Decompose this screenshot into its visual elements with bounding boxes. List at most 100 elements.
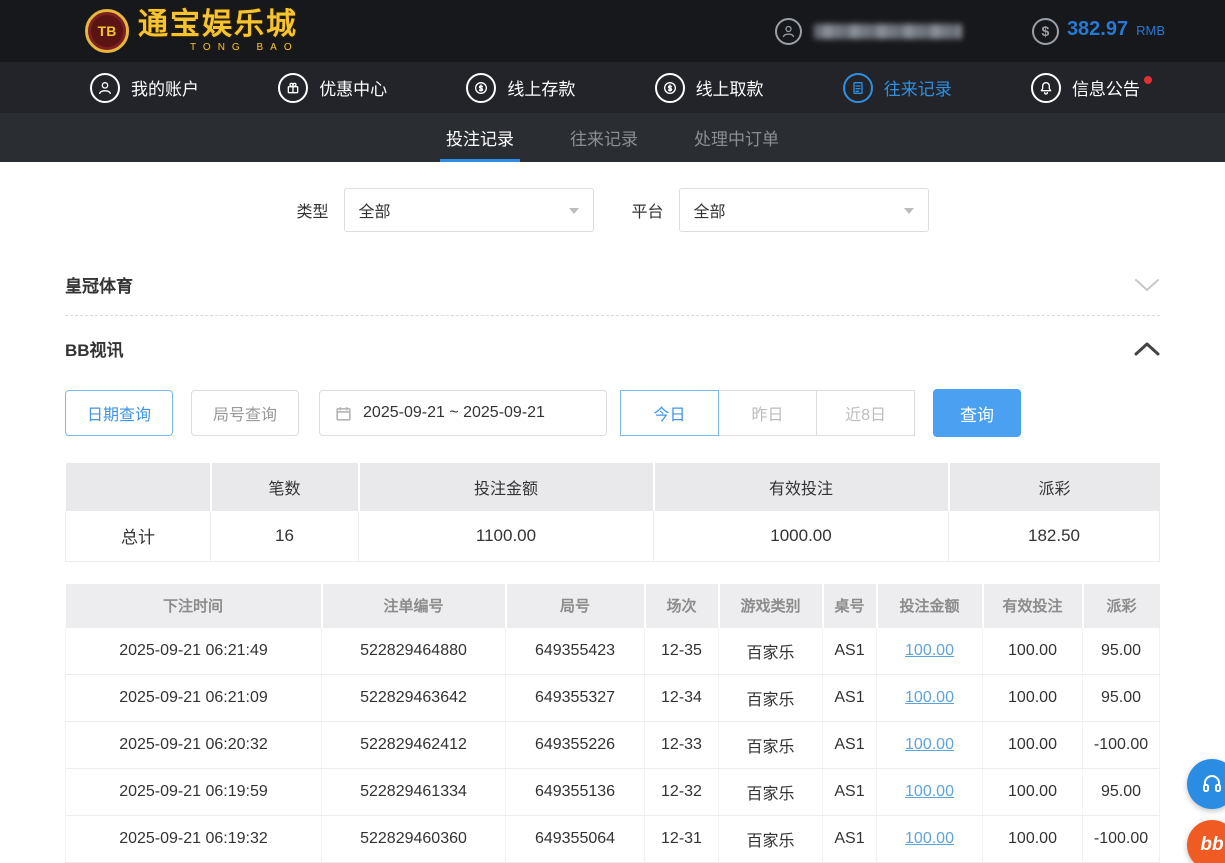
summary-value-cell: 182.50 — [949, 511, 1160, 561]
records-table: 下注时间注单编号局号场次游戏类别桌号投注金额有效投注派彩 2025-09-21 … — [65, 584, 1160, 863]
table-row: 2025-09-21 06:20:32522829462412649355226… — [66, 722, 1160, 769]
table-number-cell: AS1 — [823, 722, 877, 769]
date-query-button[interactable]: 日期查询 — [65, 390, 173, 436]
session-cell: 12-34 — [645, 675, 719, 722]
summary-header-cell — [66, 463, 211, 511]
order-number-cell: 522829461334 — [322, 769, 506, 816]
table-row: 2025-09-21 06:19:32522829460360649355064… — [66, 816, 1160, 863]
table-number-cell: AS1 — [823, 769, 877, 816]
bet-amount-link[interactable]: 100.00 — [905, 736, 954, 753]
sub-tabs: 投注记录 往来记录 处理中订单 — [0, 113, 1225, 162]
withdraw-coin-icon — [655, 73, 685, 103]
records-header-cell: 投注金额 — [877, 584, 983, 628]
nav-item-label: 往来记录 — [884, 75, 952, 100]
records-header-cell: 下注时间 — [66, 584, 322, 628]
summary-header-cell: 笔数 — [211, 463, 359, 511]
bet-amount-link[interactable]: 100.00 — [905, 689, 954, 706]
order-number-cell: 522829460360 — [322, 816, 506, 863]
game-type-cell: 百家乐 — [719, 675, 823, 722]
bet-time-cell: 2025-09-21 06:19:32 — [66, 816, 322, 863]
bet-amount-link[interactable]: 100.00 — [905, 642, 954, 659]
balance-amount: 382.97 — [1067, 18, 1128, 41]
order-number-cell: 522829463642 — [322, 675, 506, 722]
bet-time-cell: 2025-09-21 06:21:09 — [66, 675, 322, 722]
summary-row-label: 总计 — [66, 511, 211, 561]
nav-item-transactions[interactable]: 往来记录 — [843, 73, 952, 103]
date-range-input[interactable]: 2025-09-21 ~ 2025-09-21 — [319, 390, 607, 436]
table-row: 2025-09-21 06:21:49522829464880649355423… — [66, 628, 1160, 675]
platform-select-value: 全部 — [694, 198, 726, 222]
table-number-cell: AS1 — [823, 628, 877, 675]
logo-subtitle: TONG BAO — [190, 43, 299, 53]
payout-cell: -100.00 — [1083, 816, 1160, 863]
nav-item-label: 线上取款 — [696, 75, 764, 100]
yesterday-button[interactable]: 昨日 — [718, 390, 817, 436]
nav-item-label: 我的账户 — [131, 75, 199, 100]
logo-text: 通宝娱乐城 TONG BAO — [138, 10, 299, 53]
payout-cell: 95.00 — [1083, 628, 1160, 675]
bet-amount-link[interactable]: 100.00 — [905, 783, 954, 800]
section-bb-video[interactable]: BB视讯 — [65, 316, 1160, 379]
logo-title: 通宝娱乐城 — [138, 10, 299, 40]
order-number-cell: 522829464880 — [322, 628, 506, 675]
valid-bet-cell: 100.00 — [983, 722, 1083, 769]
bet-amount-link[interactable]: 100.00 — [905, 830, 954, 847]
round-query-button[interactable]: 局号查询 — [191, 390, 299, 436]
nav-item-promotions[interactable]: 优惠中心 — [278, 73, 387, 103]
tab-bet-records[interactable]: 投注记录 — [440, 113, 520, 162]
nav-item-deposit[interactable]: 线上存款 — [466, 73, 575, 103]
summary-value-cell: 16 — [211, 511, 359, 561]
nav-item-label: 信息公告 — [1072, 75, 1140, 100]
tab-transaction-records[interactable]: 往来记录 — [564, 113, 644, 162]
username-redacted — [814, 24, 962, 39]
bet-time-cell: 2025-09-21 06:21:49 — [66, 628, 322, 675]
table-row: 2025-09-21 06:21:09522829463642649355327… — [66, 675, 1160, 722]
valid-bet-cell: 100.00 — [983, 628, 1083, 675]
nav-item-label: 优惠中心 — [319, 75, 387, 100]
type-select-value: 全部 — [359, 198, 391, 222]
records-body: 2025-09-21 06:21:49522829464880649355423… — [66, 628, 1160, 863]
calendar-icon — [334, 404, 353, 423]
type-select[interactable]: 全部 — [344, 188, 594, 232]
last-8-days-button[interactable]: 近8日 — [816, 390, 915, 436]
user-account[interactable] — [775, 18, 962, 45]
payout-cell: -100.00 — [1083, 722, 1160, 769]
quick-range-group: 今日 昨日 近8日 — [621, 390, 915, 436]
platform-filter: 平台 全部 — [632, 188, 929, 232]
platform-select[interactable]: 全部 — [679, 188, 929, 232]
section-crown-sports[interactable]: 皇冠体育 — [65, 252, 1160, 316]
platform-filter-label: 平台 — [632, 198, 664, 222]
chevron-up-icon[interactable] — [1134, 342, 1160, 356]
chevron-down-icon[interactable] — [1134, 278, 1160, 292]
type-filter: 类型 全部 — [296, 188, 593, 232]
bet-time-cell: 2025-09-21 06:20:32 — [66, 722, 322, 769]
section-title-bb-video: BB视讯 — [65, 336, 124, 361]
main-nav: 我的账户 优惠中心 线上存款 线上取款 往来记录 信息公告 — [0, 62, 1225, 113]
records-header-cell: 局号 — [506, 584, 645, 628]
logo-tb-badge-icon: TB — [85, 9, 129, 53]
game-type-cell: 百家乐 — [719, 722, 823, 769]
today-button[interactable]: 今日 — [620, 390, 719, 436]
nav-item-label: 线上存款 — [507, 75, 575, 100]
tab-pending-orders[interactable]: 处理中订单 — [688, 113, 785, 162]
round-number-cell: 649355226 — [506, 722, 645, 769]
balance[interactable]: $ 382.97 RMB — [1032, 18, 1165, 45]
game-type-cell: 百家乐 — [719, 816, 823, 863]
summary-table: 笔数投注金额有效投注派彩 总计161100.001000.00182.50 — [65, 463, 1160, 562]
summary-header-cell: 有效投注 — [654, 463, 949, 511]
filter-row: 类型 全部 平台 全部 — [0, 162, 1225, 252]
headset-icon — [1200, 772, 1224, 796]
summary-body-row: 总计161100.001000.00182.50 — [66, 511, 1160, 561]
deposit-coin-icon — [466, 73, 496, 103]
records-header-cell: 有效投注 — [983, 584, 1083, 628]
records-header-cell: 注单编号 — [322, 584, 506, 628]
nav-item-withdraw[interactable]: 线上取款 — [655, 73, 764, 103]
nav-item-my-account[interactable]: 我的账户 — [90, 73, 199, 103]
table-row: 2025-09-21 06:19:59522829461334649355136… — [66, 769, 1160, 816]
search-button[interactable]: 查询 — [933, 389, 1021, 437]
bet-amount-cell: 100.00 — [877, 816, 983, 863]
chevron-down-icon — [904, 208, 914, 219]
records-header-row: 下注时间注单编号局号场次游戏类别桌号投注金额有效投注派彩 — [66, 584, 1160, 628]
logo[interactable]: TB 通宝娱乐城 TONG BAO — [85, 9, 299, 53]
nav-item-announcements[interactable]: 信息公告 — [1031, 73, 1140, 103]
